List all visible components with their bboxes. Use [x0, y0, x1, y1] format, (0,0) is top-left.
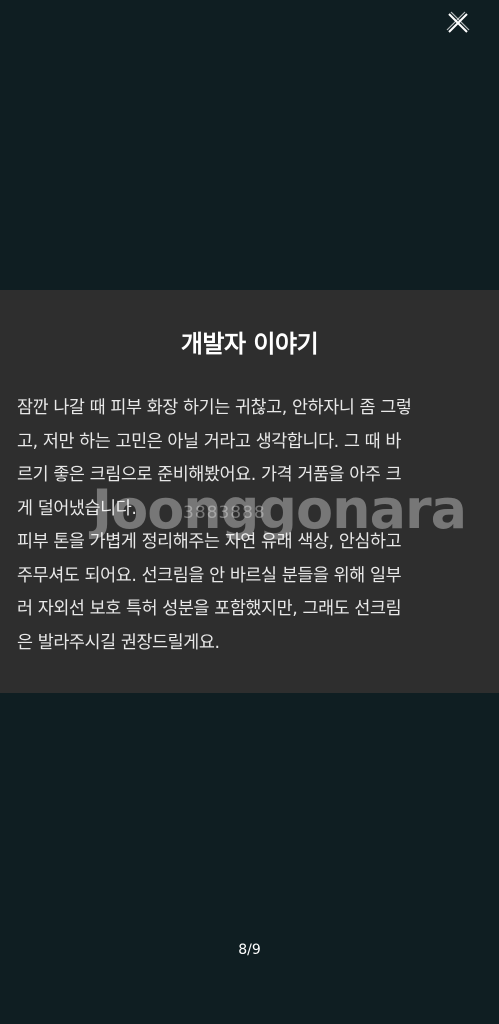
body-line: 피부 톤을 가볍게 정리해주는 자연 유래 색상, 안심하고 — [17, 532, 402, 552]
close-button[interactable] — [443, 8, 473, 38]
body-line: 고, 저만 하는 고민은 아닐 거라고 생각합니다. 그 때 바 — [17, 431, 401, 452]
body-line: 르기 좋은 크림으로 준비해봤어요. 가격 거품을 아주 크 — [17, 465, 402, 485]
body-line: 게 덜어냈습니다. — [17, 498, 137, 519]
image-viewer: 개발자 이야기 잠깐 나갈 때 피부 화장 하기는 귀찮고, 안하자니 좀 그렇… — [0, 0, 499, 1024]
slide-image[interactable]: 개발자 이야기 잠깐 나갈 때 피부 화장 하기는 귀찮고, 안하자니 좀 그렇… — [0, 290, 499, 693]
slide-body: 잠깐 나갈 때 피부 화장 하기는 귀찮고, 안하자니 좀 그렇 고, 저만 하… — [17, 392, 487, 660]
page-count: 8/9 — [238, 942, 261, 958]
body-line: 러 자외선 보호 특허 성분을 포함했지만, 그래도 선크림 — [17, 599, 402, 619]
body-line: 은 발라주시길 권장드릴게요. — [17, 632, 220, 653]
body-line: 잠깐 나갈 때 피부 화장 하기는 귀찮고, 안하자니 좀 그렇 — [17, 398, 412, 418]
slide-title: 개발자 이야기 — [180, 330, 319, 358]
page-indicator: 8/9 — [0, 942, 499, 958]
close-icon — [446, 11, 470, 33]
body-line: 주무셔도 되어요. 선크림을 안 바르실 분들을 위해 일부 — [17, 565, 402, 586]
